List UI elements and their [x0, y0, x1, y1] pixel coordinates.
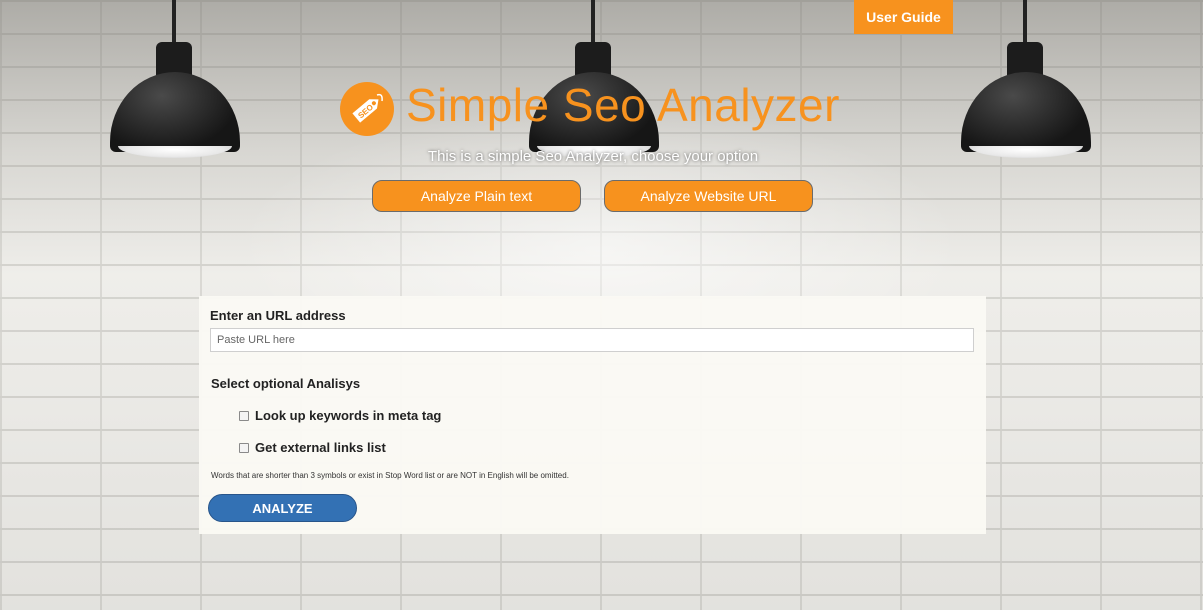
page-title: Simple Seo Analyzer	[406, 79, 840, 131]
analyze-website-url-button[interactable]: Analyze Website URL	[604, 180, 813, 212]
url-input[interactable]	[210, 328, 974, 352]
meta-keywords-checkbox[interactable]	[239, 410, 249, 421]
seo-tag-icon: SEO	[340, 82, 394, 136]
stop-word-note: Words that are shorter than 3 symbols or…	[211, 471, 569, 480]
meta-keywords-label: Look up keywords in meta tag	[255, 408, 442, 423]
analyze-button[interactable]: ANALYZE	[208, 494, 357, 522]
meta-keywords-option[interactable]: Look up keywords in meta tag	[239, 408, 441, 423]
analyze-plain-text-button[interactable]: Analyze Plain text	[372, 180, 581, 212]
external-links-checkbox[interactable]	[239, 442, 249, 453]
pendant-lamp-right	[961, 0, 1091, 160]
external-links-label: Get external links list	[255, 440, 386, 455]
external-links-option[interactable]: Get external links list	[239, 440, 386, 455]
url-label: Enter an URL address	[210, 308, 346, 323]
pendant-lamp-left	[110, 0, 240, 160]
url-analysis-form: Enter an URL address Select optional Ana…	[199, 296, 986, 534]
optional-analysis-label: Select optional Analisys	[211, 376, 361, 391]
page-subtitle: This is a simple Seo Analyzer, choose yo…	[427, 148, 759, 165]
user-guide-button[interactable]: User Guide	[854, 0, 953, 34]
